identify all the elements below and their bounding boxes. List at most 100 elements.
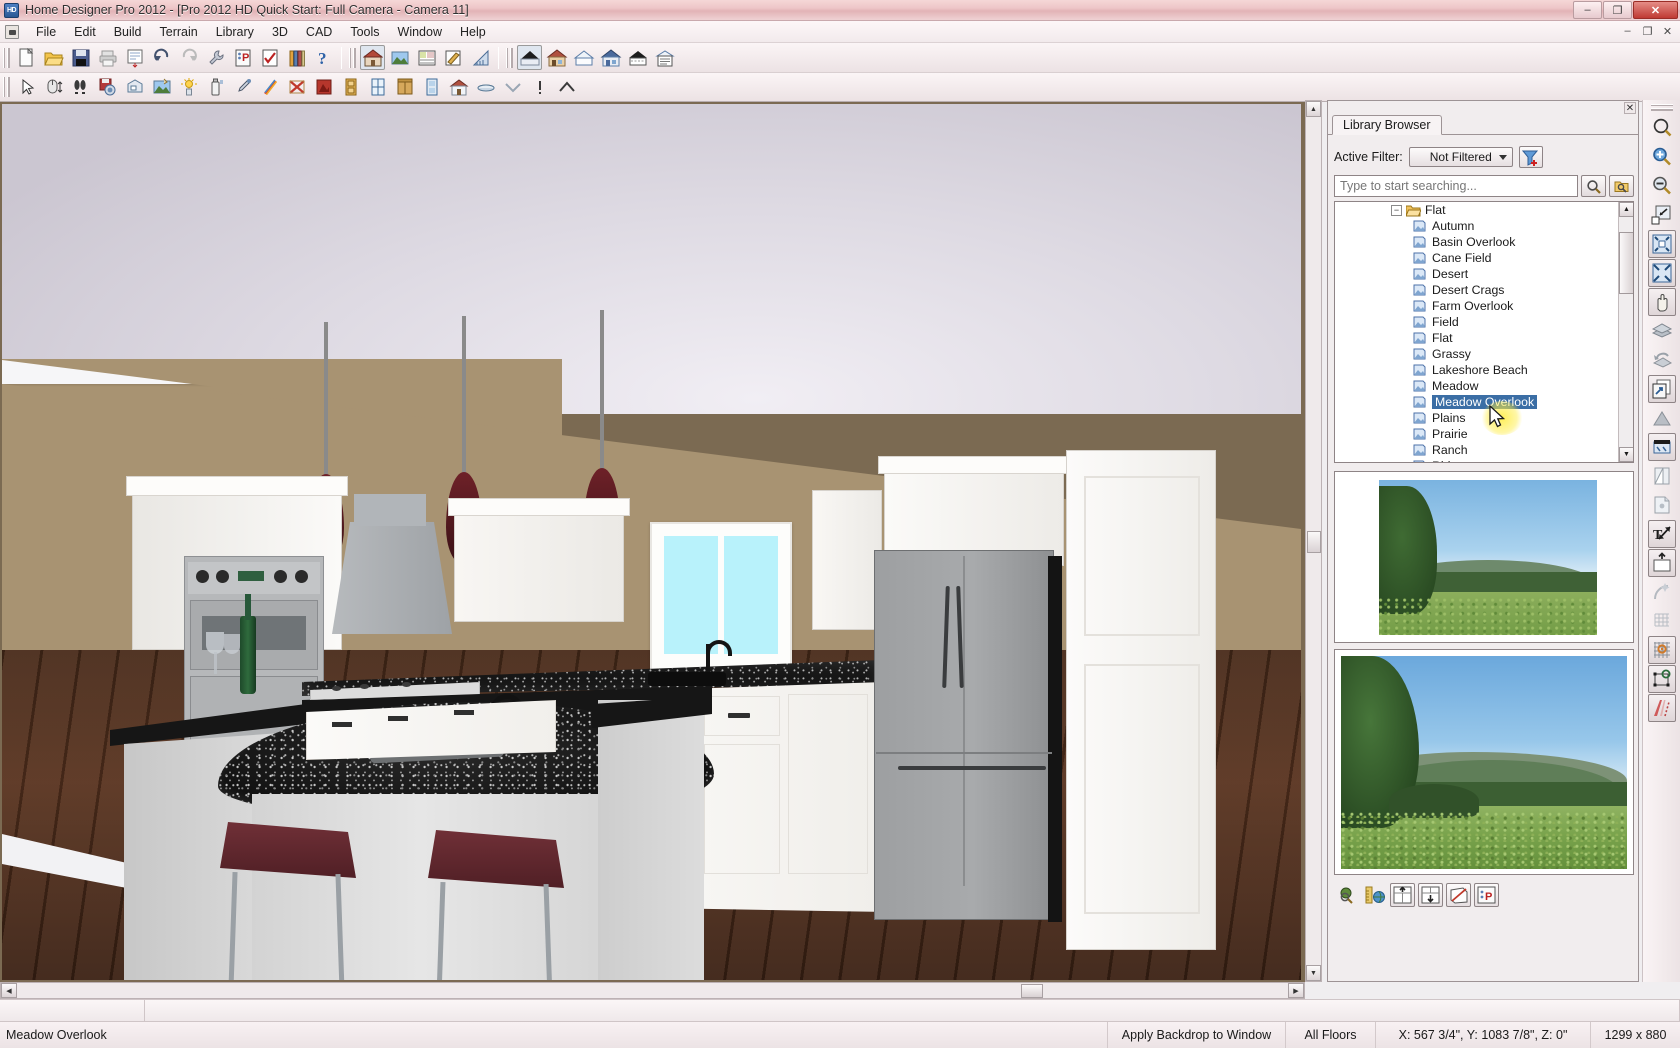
tree-scroll-up-icon[interactable]: ▲ bbox=[1619, 202, 1634, 217]
material-painter-icon[interactable] bbox=[441, 45, 466, 70]
object-snap-icon[interactable] bbox=[1648, 665, 1676, 693]
tree-item-farm-overlook[interactable]: Farm Overlook bbox=[1335, 298, 1620, 314]
viewport-horizontal-scrollbar[interactable]: ◀ ▶ bbox=[0, 982, 1305, 999]
sun-angle-icon[interactable] bbox=[1648, 694, 1676, 722]
mdi-restore-button[interactable]: ❐ bbox=[1639, 23, 1656, 39]
menu-edit[interactable]: Edit bbox=[65, 23, 105, 41]
project-browser-icon[interactable]: P bbox=[230, 45, 255, 70]
menu-terrain[interactable]: Terrain bbox=[151, 23, 207, 41]
tree-item-meadow[interactable]: Meadow bbox=[1335, 378, 1620, 394]
new-file-icon[interactable] bbox=[14, 45, 39, 70]
view-preview-icon[interactable] bbox=[1334, 883, 1359, 907]
tree-root-flat[interactable]: − Flat bbox=[1335, 202, 1620, 218]
search-magnifier-icon[interactable] bbox=[1581, 175, 1606, 197]
lower-object-icon[interactable] bbox=[1418, 883, 1443, 907]
measure-globe-icon[interactable] bbox=[1362, 883, 1387, 907]
library-browser-icon[interactable] bbox=[284, 45, 309, 70]
vscroll-down-arrow[interactable]: ▼ bbox=[1306, 965, 1321, 981]
toolbar-grip-3[interactable] bbox=[506, 48, 513, 68]
roof-solid-icon[interactable] bbox=[517, 45, 542, 70]
glass-house-icon[interactable] bbox=[1648, 433, 1676, 461]
vtoolbar-grip[interactable] bbox=[1651, 104, 1673, 111]
preferences-wrench-icon[interactable] bbox=[203, 45, 228, 70]
roof-outline-icon[interactable] bbox=[571, 45, 596, 70]
tree-item-grassy[interactable]: Grassy bbox=[1335, 346, 1620, 362]
no-backdrop-icon[interactable] bbox=[284, 75, 309, 100]
print-preview-icon[interactable] bbox=[122, 45, 147, 70]
menu-window[interactable]: Window bbox=[389, 23, 451, 41]
tree-scroll-thumb[interactable] bbox=[1619, 232, 1634, 294]
raise-object-icon[interactable] bbox=[1390, 883, 1415, 907]
page-curl-icon[interactable] bbox=[1648, 491, 1676, 519]
foundation-icon[interactable] bbox=[625, 45, 650, 70]
mdi-close-button[interactable]: ✕ bbox=[1659, 23, 1676, 39]
spray-paint-icon[interactable] bbox=[203, 75, 228, 100]
ruler-icon[interactable] bbox=[468, 45, 493, 70]
save-icon[interactable] bbox=[68, 45, 93, 70]
wall-elevation-icon[interactable] bbox=[1648, 462, 1676, 490]
roof-plane-icon[interactable] bbox=[1648, 404, 1676, 432]
toolbar2-grip[interactable] bbox=[3, 77, 10, 97]
menu-build[interactable]: Build bbox=[105, 23, 151, 41]
panel-close-icon[interactable]: ✕ bbox=[1624, 102, 1636, 114]
arch-icon[interactable] bbox=[473, 75, 498, 100]
print-icon[interactable] bbox=[95, 45, 120, 70]
insert-above-icon[interactable] bbox=[1648, 549, 1676, 577]
camera-box-icon[interactable] bbox=[122, 75, 147, 100]
toolbar-grip-2[interactable] bbox=[349, 48, 356, 68]
select-arrow-icon[interactable] bbox=[14, 75, 39, 100]
zoom-extents-icon[interactable] bbox=[1648, 259, 1676, 287]
tree-item-cane-field[interactable]: Cane Field bbox=[1335, 250, 1620, 266]
zoom-in-icon[interactable] bbox=[1648, 143, 1676, 171]
project-panel-icon[interactable]: P bbox=[1474, 883, 1499, 907]
redo-icon[interactable] bbox=[176, 45, 201, 70]
maximize-button[interactable]: ❐ bbox=[1603, 1, 1632, 19]
vscroll-thumb[interactable] bbox=[1307, 531, 1321, 553]
menu-3d[interactable]: 3D bbox=[263, 23, 297, 41]
chevron-up-icon[interactable] bbox=[554, 75, 579, 100]
hscroll-right-arrow[interactable]: ▶ bbox=[1288, 983, 1304, 998]
mdi-minimize-button[interactable]: – bbox=[1619, 23, 1636, 39]
sun-light-icon[interactable] bbox=[176, 75, 201, 100]
3d-camera-viewport[interactable] bbox=[0, 102, 1305, 982]
text-arrow-icon[interactable]: T bbox=[1648, 520, 1676, 548]
exclamation-icon[interactable] bbox=[527, 75, 552, 100]
house-blue-icon[interactable] bbox=[598, 45, 623, 70]
menu-cad[interactable]: CAD bbox=[297, 23, 341, 41]
tree-item-desert[interactable]: Desert bbox=[1335, 266, 1620, 282]
add-filter-funnel-icon[interactable] bbox=[1519, 146, 1543, 168]
help-question-icon[interactable]: ? bbox=[311, 45, 336, 70]
tree-scroll-down-icon[interactable]: ▼ bbox=[1619, 447, 1634, 462]
door-icon[interactable] bbox=[338, 75, 363, 100]
door-double-icon[interactable] bbox=[419, 75, 444, 100]
tree-item-meadow-overlook[interactable]: Meadow Overlook bbox=[1335, 394, 1620, 410]
house-icon[interactable] bbox=[446, 75, 471, 100]
kitchen-3d-scene[interactable] bbox=[2, 104, 1301, 980]
save-camera-icon[interactable] bbox=[95, 75, 120, 100]
fill-window-icon[interactable] bbox=[1648, 201, 1676, 229]
window-icon[interactable] bbox=[365, 75, 390, 100]
tree-item-ridge[interactable]: Ridge bbox=[1335, 458, 1620, 463]
active-filter-dropdown[interactable]: Not Filtered bbox=[1409, 147, 1513, 167]
tree-item-autumn[interactable]: Autumn bbox=[1335, 218, 1620, 234]
tree-item-prairie[interactable]: Prairie bbox=[1335, 426, 1620, 442]
hscroll-thumb[interactable] bbox=[1021, 984, 1043, 998]
flip-object-icon[interactable] bbox=[1446, 883, 1471, 907]
check-materials-icon[interactable] bbox=[257, 45, 282, 70]
tree-item-basin-overlook[interactable]: Basin Overlook bbox=[1335, 234, 1620, 250]
tree-item-plains[interactable]: Plains bbox=[1335, 410, 1620, 426]
pan-hand-icon[interactable] bbox=[1648, 288, 1676, 316]
undo-icon[interactable] bbox=[149, 45, 174, 70]
tree-scrollbar[interactable]: ▲ ▼ bbox=[1618, 202, 1633, 462]
search-input[interactable]: Type to start searching... bbox=[1334, 175, 1578, 197]
viewport-vertical-scrollbar[interactable]: ▲ ▼ bbox=[1305, 100, 1322, 982]
minimize-button[interactable]: – bbox=[1573, 1, 1602, 19]
mouse-orbit-icon[interactable] bbox=[41, 75, 66, 100]
cross-section-icon[interactable] bbox=[414, 45, 439, 70]
house-exterior-icon[interactable] bbox=[544, 45, 569, 70]
undo-zoom-icon[interactable] bbox=[1648, 346, 1676, 374]
menu-help[interactable]: Help bbox=[451, 23, 495, 41]
rainbow-material-icon[interactable] bbox=[257, 75, 282, 100]
library-tree[interactable]: − Flat Autumn Basin Overlook Cane Field bbox=[1334, 201, 1634, 463]
vscroll-up-arrow[interactable]: ▲ bbox=[1306, 101, 1321, 117]
